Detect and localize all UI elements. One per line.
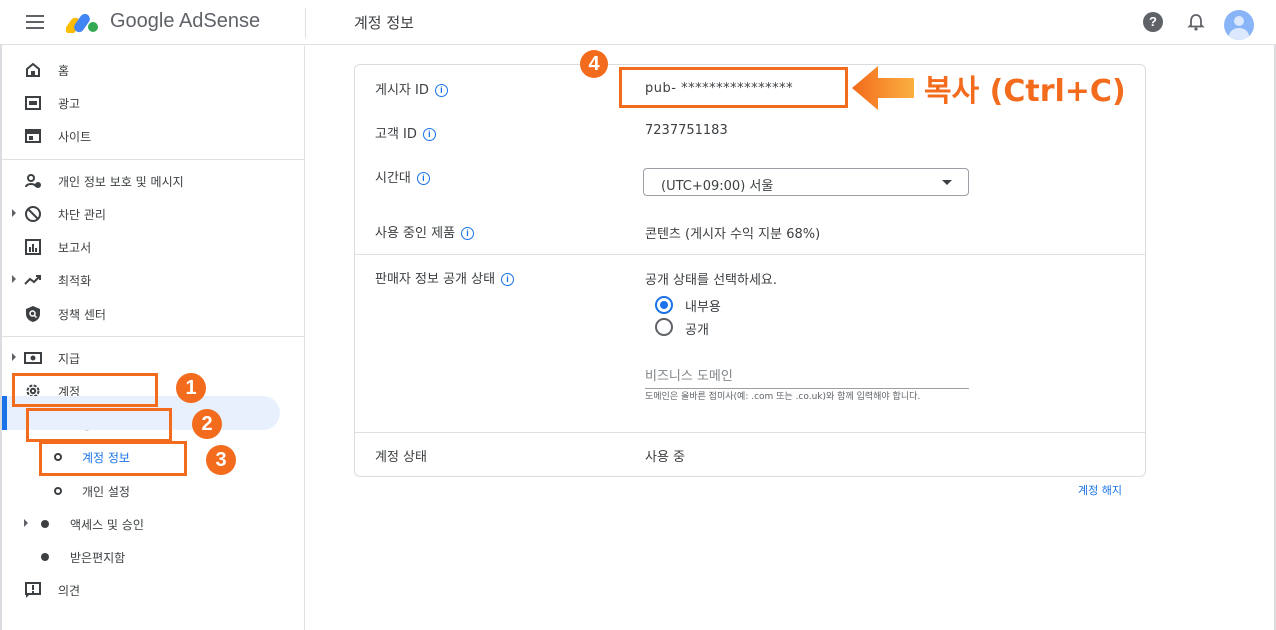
sidebar-item-feedback[interactable]: 의견: [2, 576, 302, 604]
sites-icon: [25, 129, 41, 143]
divider: [2, 159, 305, 160]
sidebar-item-label: 사이트: [58, 130, 92, 144]
customer-id-value: 7237751183: [645, 123, 728, 138]
annotation-number-2: 2: [192, 409, 222, 439]
sidebar-item-sites[interactable]: 사이트: [2, 122, 302, 150]
account-status-value: 사용 중: [645, 450, 686, 465]
annotation-box-1: [12, 373, 158, 407]
expand-icon[interactable]: [12, 209, 16, 217]
feedback-icon: [25, 582, 41, 598]
seller-visibility-prompt: 공개 상태를 선택하세요.: [645, 273, 777, 288]
account-info-card: 게시자 ID i pub- **************** 고객 ID i 723…: [354, 64, 1146, 477]
sidebar-item-home[interactable]: 홈: [2, 56, 302, 84]
timezone-label: 시간대 i: [375, 167, 430, 186]
sidebar-item-label: 지급: [58, 352, 81, 366]
bullet-icon: [41, 520, 49, 528]
seller-info-label: 판매자 정보 공개 상태 i: [375, 268, 515, 287]
sidebar-item-label: 액세스 및 승인: [70, 518, 144, 532]
radio-internal-label: 내부용: [685, 300, 721, 315]
sidebar-item-label: 의견: [58, 584, 81, 598]
customer-id-label: 고객 ID i: [375, 123, 436, 142]
payments-icon: [24, 352, 42, 364]
expand-icon[interactable]: [24, 519, 28, 527]
info-icon[interactable]: i: [501, 273, 515, 286]
domain-hint: 도메인은 올바른 접미사(예: .com 또는 .co.uk)와 함께 입력해야…: [645, 392, 921, 402]
sidebar-item-policy[interactable]: 정책 센터: [2, 300, 302, 328]
business-domain-input[interactable]: 비즈니스 도메인: [645, 365, 969, 389]
info-icon[interactable]: i: [416, 172, 430, 185]
sidebar-item-label: 개인 정보 보호 및 메시지: [58, 175, 184, 189]
expand-icon[interactable]: [12, 353, 16, 361]
products-label: 사용 중인 제품 i: [375, 222, 475, 241]
annotation-box-3: [39, 441, 187, 476]
avatar[interactable]: [1224, 10, 1254, 40]
left-arrow-icon: [852, 66, 914, 110]
sidebar-item-label: 광고: [58, 97, 81, 111]
top-app-bar: Google AdSense 계정 정보 ?: [0, 0, 1276, 45]
block-icon: [25, 206, 41, 222]
annotation-number-4: 4: [580, 50, 608, 78]
policy-icon: [26, 306, 40, 322]
divider: [305, 8, 306, 38]
products-value: 콘텐츠 (게시자 수익 지분 68%): [645, 227, 821, 242]
timezone-selected-value: (UTC+09:00) 서울: [661, 179, 774, 194]
divider: [355, 254, 1145, 255]
home-icon: [26, 62, 40, 77]
sidebar-item-access[interactable]: 액세스 및 승인: [2, 510, 302, 538]
privacy-icon: [25, 174, 41, 188]
annotation-box-2: [26, 408, 172, 442]
bullet-icon: [41, 553, 49, 561]
sidebar-item-payments[interactable]: 지급: [2, 344, 302, 372]
expand-icon[interactable]: [12, 275, 16, 283]
timezone-select[interactable]: (UTC+09:00) 서울: [643, 168, 969, 196]
divider: [355, 432, 1145, 433]
sidebar-item-personal-settings[interactable]: 개인 설정: [2, 477, 302, 505]
sidebar-item-blocking[interactable]: 차단 관리: [2, 200, 302, 228]
menu-icon[interactable]: [26, 15, 44, 29]
annotation-number-1: 1: [176, 373, 206, 403]
sidebar-item-label: 개인 설정: [82, 485, 130, 499]
copy-callout: 복사 (Ctrl+C): [924, 74, 1126, 109]
info-icon[interactable]: i: [434, 84, 448, 97]
adsense-logo-icon: [66, 13, 98, 33]
sidebar-item-privacy[interactable]: 개인 정보 보호 및 메시지: [2, 167, 302, 195]
sidebar-item-optimization[interactable]: 최적화: [2, 266, 302, 294]
sidebar-item-label: 차단 관리: [58, 208, 106, 222]
sidebar-item-label: 보고서: [58, 241, 92, 255]
sidebar-item-reports[interactable]: 보고서: [2, 233, 302, 261]
annotation-box-4: [619, 67, 848, 108]
sidebar-item-label: 받은편지함: [70, 551, 126, 565]
annotation-number-3: 3: [206, 445, 236, 475]
sidebar-item-label: 정책 센터: [58, 308, 106, 322]
info-icon[interactable]: i: [461, 227, 475, 240]
info-icon[interactable]: i: [422, 128, 436, 141]
sidebar-item-label: 홈: [58, 64, 70, 78]
sidebar-item-inbox[interactable]: 받은편지함: [2, 543, 302, 571]
radio-public[interactable]: [655, 318, 673, 336]
optimization-icon: [24, 275, 41, 285]
close-account-link[interactable]: 계정 해지: [1078, 482, 1122, 498]
app-name: Google AdSense: [110, 10, 261, 32]
radio-public-label: 공개: [685, 323, 709, 338]
ads-icon: [25, 96, 41, 110]
bell-icon[interactable]: [1186, 12, 1206, 32]
help-icon[interactable]: ?: [1143, 12, 1163, 32]
ring-icon: [54, 487, 62, 495]
page-title: 계정 정보: [354, 14, 414, 32]
active-indicator: [2, 396, 7, 430]
radio-internal[interactable]: [655, 296, 673, 314]
dropdown-arrow-icon: [942, 180, 952, 185]
divider: [2, 336, 305, 337]
sidebar-item-ads[interactable]: 광고: [2, 89, 302, 117]
publisher-id-label: 게시자 ID i: [375, 79, 448, 98]
sidebar-item-label: 최적화: [58, 274, 92, 288]
account-status-label: 계정 상태: [375, 450, 427, 465]
reports-icon: [25, 239, 41, 255]
